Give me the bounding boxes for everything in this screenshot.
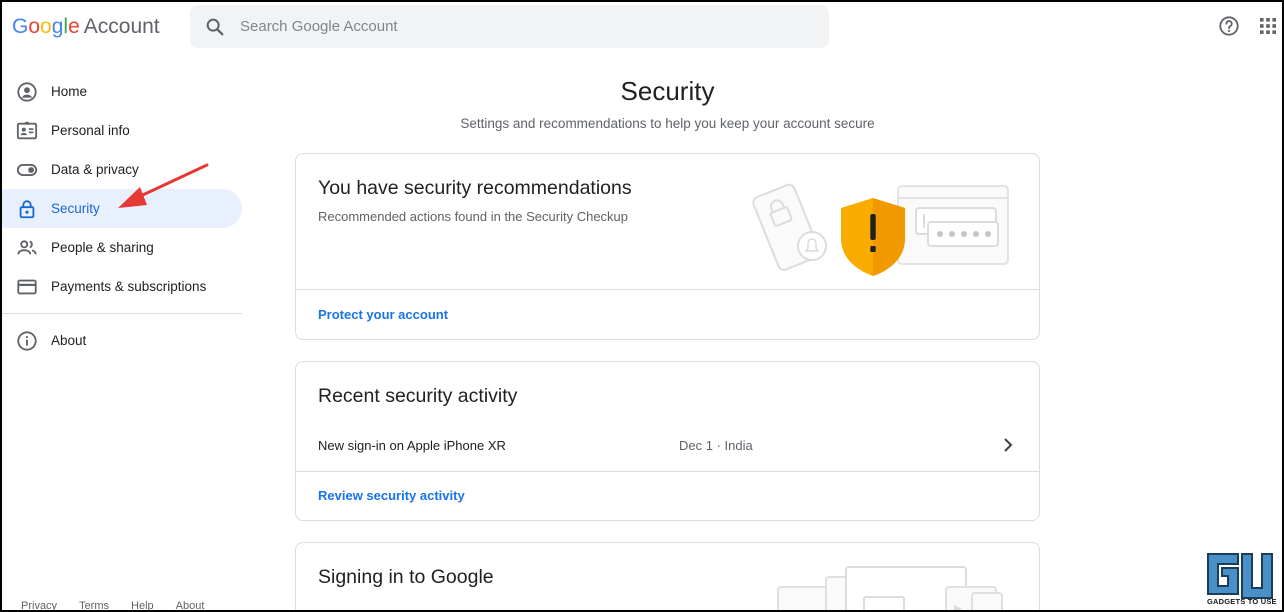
credit-card-icon (17, 279, 37, 294)
recommendations-description: Recommended actions found in the Securit… (318, 209, 629, 224)
security-shield-illustration-icon (752, 183, 1009, 276)
badge-icon (16, 121, 38, 139)
sidebar-item-about[interactable]: About (0, 321, 244, 360)
sidebar-item-personal-info[interactable]: Personal info (0, 111, 244, 150)
sidebar-divider (0, 313, 242, 314)
top-bar: Google Account (0, 0, 1284, 56)
brand-letter: o (28, 15, 41, 38)
protect-account-link[interactable]: Protect your account (318, 307, 448, 322)
activity-row[interactable]: New sign-in on Apple iPhone XR Dec 1 · I… (296, 430, 1039, 470)
google-wordmark: Google (12, 15, 80, 38)
annotation-arrow-icon (118, 163, 209, 208)
page-subtitle: Settings and recommendations to help you… (460, 116, 875, 131)
brand-letter: g (51, 15, 64, 38)
info-icon (17, 330, 37, 351)
brand-letter: G (12, 15, 29, 38)
sidebar-item-label: Home (51, 84, 88, 99)
brand-letter: o (40, 15, 52, 38)
sidebar-item-label: About (51, 333, 87, 348)
recent-activity-title: Recent security activity (318, 385, 518, 407)
activity-text: New sign-in on Apple iPhone XR (318, 438, 506, 453)
lock-icon (19, 199, 35, 218)
footer-link-help[interactable]: Help (131, 600, 154, 612)
footer-link-privacy[interactable]: Privacy (21, 600, 57, 612)
sidebar-nav: Home Personal info Data & privacy Securi… (0, 72, 244, 360)
review-activity-link[interactable]: Review security activity (318, 488, 465, 503)
card-divider (296, 471, 1039, 472)
toggle-icon (16, 163, 38, 176)
signing-in-title: Signing in to Google (318, 566, 494, 588)
sidebar-item-label: People & sharing (51, 240, 154, 255)
people-icon (17, 239, 37, 255)
sidebar-item-label: Security (51, 201, 100, 216)
recent-security-activity-card: Recent security activity New sign-in on … (295, 361, 1040, 521)
footer-link-terms[interactable]: Terms (79, 600, 109, 612)
sidebar-item-label: Personal info (51, 123, 130, 138)
sidebar-item-home[interactable]: Home (0, 72, 244, 111)
sidebar-item-label: Payments & subscriptions (51, 279, 207, 294)
security-recommendations-card: You have security recommendations Recomm… (295, 153, 1040, 340)
account-circle-icon (17, 81, 37, 102)
activity-meta: Dec 1 · India (679, 438, 753, 453)
apps-grid-icon[interactable] (1260, 18, 1276, 34)
brand-suffix: Account (83, 15, 160, 38)
footer-link-about[interactable]: About (176, 600, 205, 612)
chevron-right-icon[interactable] (999, 436, 1017, 454)
page-title: Security (620, 76, 715, 106)
recommendations-title: You have security recommendations (318, 177, 632, 199)
help-icon[interactable] (1218, 15, 1240, 37)
brand-letter: e (68, 15, 80, 38)
card-divider (296, 289, 1039, 290)
signing-in-card: Signing in to Google (295, 542, 1040, 612)
watermark-text: GADGETS TO USE (1207, 597, 1277, 606)
sidebar-item-payments[interactable]: Payments & subscriptions (0, 267, 244, 306)
search-box[interactable] (190, 5, 829, 48)
devices-illustration-icon (777, 566, 1003, 612)
sidebar-item-people-sharing[interactable]: People & sharing (0, 228, 244, 267)
google-account-logo[interactable]: Google Account (12, 14, 160, 40)
search-input[interactable] (240, 18, 800, 35)
search-icon[interactable] (204, 16, 226, 38)
footer-links: Privacy Terms Help About (21, 600, 204, 612)
